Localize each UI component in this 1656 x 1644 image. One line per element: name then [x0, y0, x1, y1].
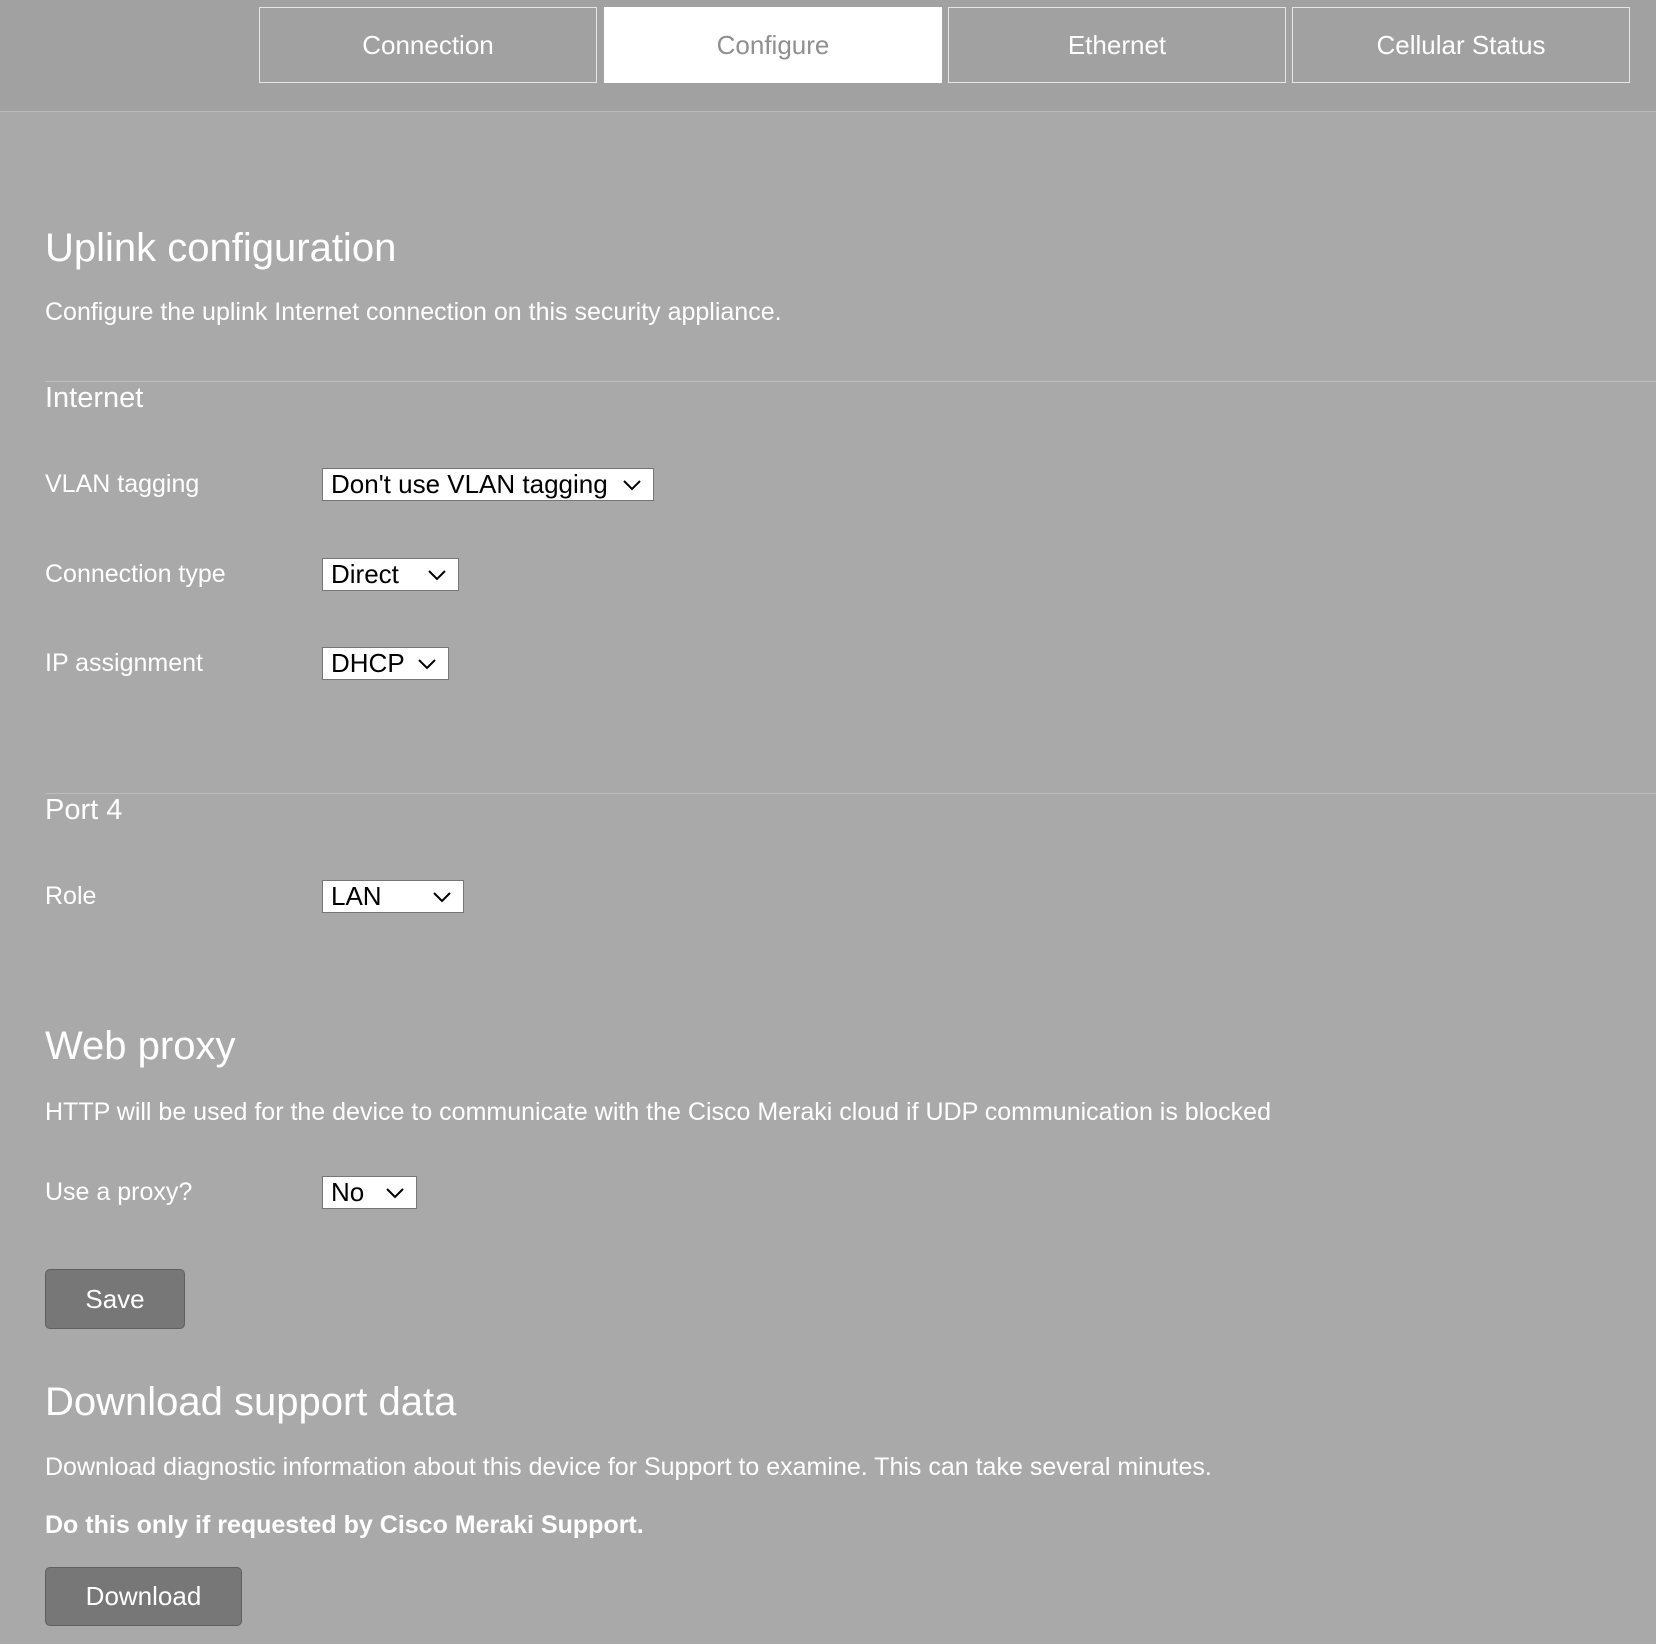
ip-assignment-label: IP assignment [45, 649, 203, 677]
connection-type-value: Direct [331, 559, 399, 589]
internet-heading: Internet [45, 382, 144, 414]
uplink-description: Configure the uplink Internet connection… [45, 298, 782, 326]
port4-divider [45, 793, 1656, 794]
uplink-configuration-title: Uplink configuration [45, 226, 397, 270]
web-proxy-description: HTTP will be used for the device to comm… [45, 1098, 1271, 1126]
top-tab-bar: Connection Configure Ethernet Cellular S… [0, 0, 1656, 112]
save-button[interactable]: Save [45, 1269, 185, 1329]
use-proxy-label: Use a proxy? [45, 1178, 193, 1206]
port4-heading: Port 4 [45, 794, 123, 826]
internet-divider [45, 381, 1656, 382]
vlan-tagging-value: Don't use VLAN tagging [331, 469, 608, 499]
role-select[interactable]: LAN [322, 880, 464, 913]
chevron-down-icon [433, 892, 451, 903]
download-support-title: Download support data [45, 1380, 457, 1424]
connection-type-label: Connection type [45, 560, 226, 588]
role-value: LAN [331, 881, 382, 911]
support-warning: Do this only if requested by Cisco Merak… [45, 1511, 644, 1539]
ip-assignment-value: DHCP [331, 648, 405, 678]
connection-type-select[interactable]: Direct [322, 558, 459, 591]
use-proxy-select[interactable]: No [322, 1176, 417, 1209]
tab-cellular-status[interactable]: Cellular Status [1292, 7, 1630, 83]
download-support-description: Download diagnostic information about th… [45, 1453, 1212, 1481]
role-label: Role [45, 882, 97, 910]
tab-configure[interactable]: Configure [604, 7, 942, 83]
chevron-down-icon [428, 570, 446, 581]
web-proxy-title: Web proxy [45, 1024, 236, 1068]
ip-assignment-select[interactable]: DHCP [322, 647, 449, 680]
vlan-tagging-label: VLAN tagging [45, 470, 200, 498]
download-button[interactable]: Download [45, 1567, 242, 1626]
chevron-down-icon [386, 1188, 404, 1199]
vlan-tagging-select[interactable]: Don't use VLAN tagging [322, 468, 654, 501]
chevron-down-icon [418, 659, 436, 670]
chevron-down-icon [623, 480, 641, 491]
tab-ethernet[interactable]: Ethernet [948, 7, 1286, 83]
use-proxy-value: No [331, 1177, 365, 1207]
tab-connection[interactable]: Connection [259, 7, 597, 83]
